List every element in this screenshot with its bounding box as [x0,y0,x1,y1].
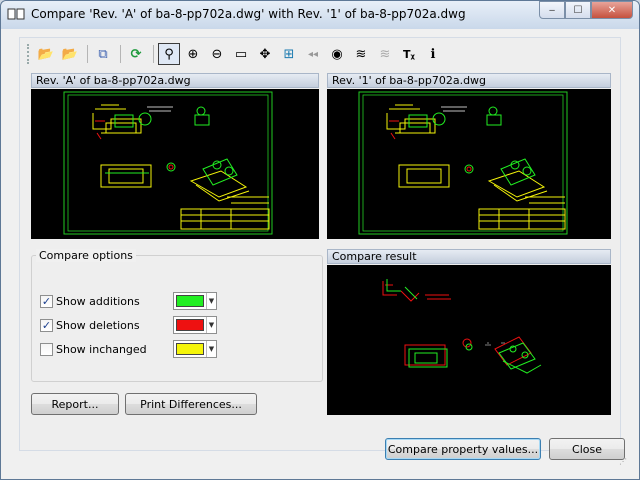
deletions-color-picker[interactable]: ▼ [173,316,217,334]
chevron-down-icon[interactable]: ▼ [206,341,216,357]
show-unchanged-row: Show inchanged [40,343,147,356]
compare-dialog-window: Compare 'Rev. 'A' of ba-8-pp702a.dwg' wi… [0,0,640,480]
right-drawing-canvas [358,91,568,235]
minimize-button[interactable]: ‒ [539,1,565,19]
deletions-color-swatch [176,319,204,331]
text-style-icon[interactable]: Tᵪ [398,43,420,65]
unchanged-color-swatch [176,343,204,355]
refresh-icon[interactable]: ⟳ [125,43,147,65]
layers-tree-icon[interactable]: ⊞ [278,43,300,65]
result-drawing-canvas [382,279,542,374]
show-deletions-row: ✓ Show deletions [40,319,140,332]
additions-color-picker[interactable]: ▼ [173,292,217,310]
chevron-down-icon[interactable]: ▼ [206,317,216,333]
show-additions-checkbox[interactable]: ✓ [40,295,53,308]
compare-app-icon [7,8,25,20]
layers-disabled-icon[interactable]: ≋ [374,43,396,65]
toolbar-separator [120,45,121,63]
pan-icon[interactable]: ✥ [254,43,276,65]
left-drawing-canvas [63,91,273,235]
info-icon[interactable]: ℹ [422,43,444,65]
show-deletions-label[interactable]: Show deletions [56,319,140,332]
additions-color-swatch [176,295,204,307]
show-additions-row: ✓ Show additions [40,295,140,308]
show-unchanged-checkbox[interactable] [40,343,53,356]
caption-buttons: ‒ ☐ ✕ [539,1,633,19]
show-unchanged-label[interactable]: Show inchanged [56,343,147,356]
print-differences-button[interactable]: Print Differences... [125,393,257,415]
left-drawing-view[interactable] [31,89,319,239]
show-deletions-checkbox[interactable]: ✓ [40,319,53,332]
copy-compare-icon[interactable]: ⧉ [92,43,114,65]
window-title: Compare 'Rev. 'A' of ba-8-pp702a.dwg' wi… [31,7,466,21]
toolbar-separator [87,45,88,63]
dialog-client-area: 📂 📂 ⧉ ⟳ ⚲ ⊕ ⊖ ▭ ✥ ⊞ ◂◂ ◉ ≋ ≋ Tᵪ ℹ Rev. '… [9,29,631,469]
zoom-realtime-icon[interactable]: ⚲ [158,43,180,65]
maximize-button[interactable]: ☐ [565,1,591,19]
zoom-window-icon[interactable]: ▭ [230,43,252,65]
compare-options-title: Compare options [36,249,136,262]
chevron-down-icon[interactable]: ▼ [206,293,216,309]
zoom-out-icon[interactable]: ⊖ [206,43,228,65]
show-additions-label[interactable]: Show additions [56,295,140,308]
result-pane-header: Compare result [327,249,611,264]
view-eye-icon[interactable]: ◉ [326,43,348,65]
unchanged-color-picker[interactable]: ▼ [173,340,217,358]
compare-property-values-button[interactable]: Compare property values... [385,438,541,460]
previous-view-icon[interactable]: ◂◂ [302,43,324,65]
resize-grip-icon[interactable]: ⋰ [619,457,629,467]
open-folder-a-icon[interactable]: 📂 [35,43,57,65]
right-drawing-view[interactable] [327,89,611,239]
result-drawing-view[interactable] [327,265,611,415]
toolbar-grip[interactable] [27,44,31,64]
title-bar[interactable]: Compare 'Rev. 'A' of ba-8-pp702a.dwg' wi… [1,1,639,29]
close-window-button[interactable]: ✕ [591,1,633,19]
right-pane-header: Rev. '1' of ba-8-pp702a.dwg [327,73,611,88]
layers-icon[interactable]: ≋ [350,43,372,65]
toolbar-separator [153,45,154,63]
toolbar: 📂 📂 ⧉ ⟳ ⚲ ⊕ ⊖ ▭ ✥ ⊞ ◂◂ ◉ ≋ ≋ Tᵪ ℹ [27,41,446,67]
close-button[interactable]: Close [549,438,625,460]
left-pane-header: Rev. 'A' of ba-8-pp702a.dwg [31,73,319,88]
report-button[interactable]: Report... [31,393,119,415]
open-folder-b-icon[interactable]: 📂 [59,43,81,65]
zoom-in-icon[interactable]: ⊕ [182,43,204,65]
